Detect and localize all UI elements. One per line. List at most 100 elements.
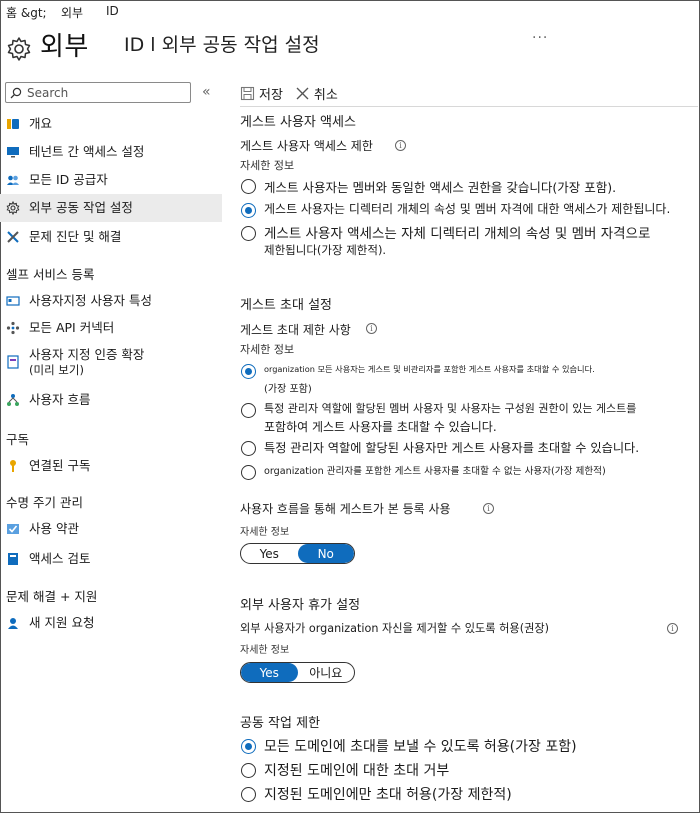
save-button[interactable]: 저장 bbox=[240, 84, 283, 103]
cancel-label: 취소 bbox=[313, 87, 338, 103]
sidebar-item-label: 외부 공동 작업 설정 bbox=[29, 200, 133, 216]
sidebar-section-self-service: 셀프 서비스 등록 bbox=[6, 267, 95, 282]
cancel-button[interactable]: 취소 bbox=[295, 84, 338, 103]
sidebar-item-cross-tenant[interactable]: 테넌트 간 액세스 설정 bbox=[0, 138, 222, 166]
search-input[interactable]: Search bbox=[5, 82, 191, 103]
guest-invite-option-0: organization 모든 사용자는 게스트 및 비관리자를 포함한 게스트… bbox=[264, 364, 595, 374]
breadcrumb: 홈 &gt; 외부 ID bbox=[6, 4, 119, 21]
more-options-button[interactable]: ··· bbox=[532, 30, 548, 46]
guest-access-more-info-link[interactable]: 자세한 정보 bbox=[240, 157, 294, 173]
toggle-yes[interactable]: Yes bbox=[241, 663, 298, 682]
collab-radio-0[interactable] bbox=[241, 739, 256, 754]
guest-access-option-1: 게스트 사용자는 디렉터리 개체의 속성 및 멤버 자격에 대한 액세스가 제한… bbox=[264, 202, 671, 216]
collab-option-1: 지정된 도메인에 대한 초대 거부 bbox=[264, 763, 450, 779]
guest-access-heading: 게스트 사용자 액세스 bbox=[240, 115, 356, 130]
page-title: 외부 bbox=[40, 32, 89, 62]
sidebar-item-label-preview: (미리 보기) bbox=[29, 362, 84, 377]
info-icon[interactable]: i bbox=[667, 623, 678, 634]
save-icon bbox=[240, 86, 255, 100]
command-bar: 저장 취소 bbox=[240, 80, 338, 106]
guest-access-radio-2[interactable] bbox=[241, 226, 256, 241]
guest-invite-radio-3[interactable] bbox=[241, 465, 256, 480]
connector-icon bbox=[6, 321, 20, 335]
sidebar-item-label: 새 지원 요청 bbox=[29, 615, 95, 631]
sidebar-item-label: 사용자 흐름 bbox=[29, 392, 91, 408]
guest-invite-option-1-cont: 포함하여 게스트 사용자를 초대할 수 있습니다. bbox=[264, 420, 497, 434]
sidebar-item-user-flows[interactable]: 사용자 흐름 bbox=[0, 386, 222, 414]
sidebar-item-label: 모든 ID 공급자 bbox=[29, 172, 108, 188]
collab-radio-1[interactable] bbox=[241, 763, 256, 778]
search-icon bbox=[10, 87, 22, 98]
sidebar-item-label-group: 사용자 지정 인증 확장 (미리 보기) bbox=[29, 347, 144, 377]
guest-invite-radio-0[interactable] bbox=[241, 364, 256, 379]
collab-radio-2[interactable] bbox=[241, 787, 256, 802]
self-signup-more-info-link[interactable]: 자세한 정보 bbox=[240, 523, 289, 538]
card-icon bbox=[6, 294, 20, 308]
sidebar-item-access-reviews[interactable]: 액세스 검토 bbox=[0, 545, 222, 573]
leave-settings-heading: 외부 사용자 휴가 설정 bbox=[240, 598, 361, 613]
leave-settings-more-info-link[interactable]: 자세한 정보 bbox=[240, 641, 289, 656]
guest-invite-option-2: 특정 관리자 역할에 할당된 사용자만 게스트 사용자를 초대할 수 있습니다. bbox=[264, 441, 640, 455]
key-icon bbox=[6, 459, 20, 473]
guest-invite-subheading: 게스트 초대 제한 사항 bbox=[240, 323, 351, 337]
info-icon bbox=[6, 117, 20, 131]
monitor-icon bbox=[6, 145, 20, 159]
info-icon[interactable]: i bbox=[366, 323, 377, 334]
info-icon[interactable]: i bbox=[483, 503, 494, 514]
guest-access-subheading: 게스트 사용자 액세스 제한 bbox=[240, 139, 373, 153]
sidebar-item-label: 모든 API 커넥터 bbox=[29, 320, 115, 336]
guest-invite-radio-2[interactable] bbox=[241, 441, 256, 456]
toolbar-divider bbox=[240, 106, 698, 107]
toggle-no[interactable]: 아니요 bbox=[298, 663, 355, 682]
sidebar-section-subscription: 구독 bbox=[6, 432, 30, 447]
collab-option-2: 지정된 도메인에만 초대 허용(가장 제한적) bbox=[264, 787, 512, 803]
extension-icon bbox=[6, 355, 20, 369]
page-subtitle: ID l 외부 공동 작업 설정 bbox=[124, 34, 320, 56]
collapse-sidebar-button[interactable]: « bbox=[202, 84, 211, 100]
collab-option-0: 모든 도메인에 초대를 보낼 수 있도록 허용(가장 포함) bbox=[264, 739, 577, 755]
leave-settings-toggle[interactable]: Yes 아니요 bbox=[240, 662, 355, 683]
tools-icon bbox=[6, 230, 20, 244]
sidebar-item-api-connectors[interactable]: 모든 API 커넥터 bbox=[0, 314, 222, 342]
toggle-no[interactable]: No bbox=[297, 544, 354, 563]
search-placeholder: Search bbox=[27, 85, 69, 100]
guest-access-option-2: 게스트 사용자 액세스는 자체 디렉터리 개체의 속성 및 멤버 자격으로 bbox=[264, 226, 651, 242]
users-icon bbox=[6, 173, 20, 187]
sidebar-item-diagnose[interactable]: 문제 진단 및 해결 bbox=[0, 223, 222, 251]
sidebar-section-lifecycle: 수명 주기 관리 bbox=[6, 495, 83, 510]
breadcrumb-id[interactable]: ID bbox=[106, 4, 119, 21]
breadcrumb-external[interactable]: 외부 bbox=[61, 4, 106, 21]
sidebar-item-identity-providers[interactable]: 모든 ID 공급자 bbox=[0, 166, 222, 194]
guest-access-radio-0[interactable] bbox=[241, 179, 256, 194]
sidebar-item-label: 문제 진단 및 해결 bbox=[29, 229, 122, 245]
sidebar-item-overview[interactable]: 개요 bbox=[0, 110, 222, 138]
close-icon bbox=[296, 87, 309, 99]
sidebar-item-linked-subscription[interactable]: 연결된 구독 bbox=[0, 452, 222, 480]
sidebar-item-custom-attributes[interactable]: 사용자지정 사용자 특성 bbox=[0, 287, 222, 315]
sidebar-section-support: 문제 해결 + 지원 bbox=[6, 589, 98, 604]
sidebar-item-terms-of-use[interactable]: 사용 약관 bbox=[0, 515, 222, 543]
guest-invite-more-info-link[interactable]: 자세한 정보 bbox=[240, 341, 294, 357]
checklist-icon bbox=[6, 522, 20, 536]
collab-restrictions-heading: 공동 작업 제한 bbox=[240, 716, 321, 731]
guest-invite-option-3: organization 관리자를 포함한 게스트 사용자를 초대할 수 없는 … bbox=[264, 466, 606, 477]
sidebar-item-label: 테넌트 간 액세스 설정 bbox=[29, 144, 145, 160]
sidebar-item-external-collab[interactable]: 외부 공동 작업 설정 bbox=[0, 194, 222, 222]
guest-access-option-2-cont: 제한됩니다(가장 제한적). bbox=[264, 243, 387, 257]
sidebar-item-new-support-request[interactable]: 새 지원 요청 bbox=[0, 609, 222, 637]
save-label: 저장 bbox=[259, 87, 283, 103]
self-signup-toggle[interactable]: Yes No bbox=[240, 543, 355, 564]
sidebar-item-auth-extensions[interactable]: 사용자 지정 인증 확장 (미리 보기) bbox=[0, 344, 222, 380]
support-icon bbox=[6, 616, 20, 630]
flow-icon bbox=[6, 393, 20, 407]
toggle-yes[interactable]: Yes bbox=[241, 544, 298, 563]
sidebar-item-label: 액세스 검토 bbox=[29, 551, 91, 567]
gear-icon bbox=[7, 37, 31, 61]
sidebar-item-label: 사용자 지정 인증 확장 bbox=[29, 347, 145, 362]
sidebar-item-label: 개요 bbox=[29, 116, 53, 132]
guest-access-radio-1[interactable] bbox=[241, 203, 256, 218]
guest-invite-radio-1[interactable] bbox=[241, 403, 256, 418]
breadcrumb-home[interactable]: 홈 &gt; bbox=[6, 4, 61, 21]
info-icon[interactable]: i bbox=[395, 140, 406, 151]
guest-access-option-0: 게스트 사용자는 멤버와 동일한 액세스 권한을 갖습니다(가장 포함). bbox=[264, 180, 617, 195]
